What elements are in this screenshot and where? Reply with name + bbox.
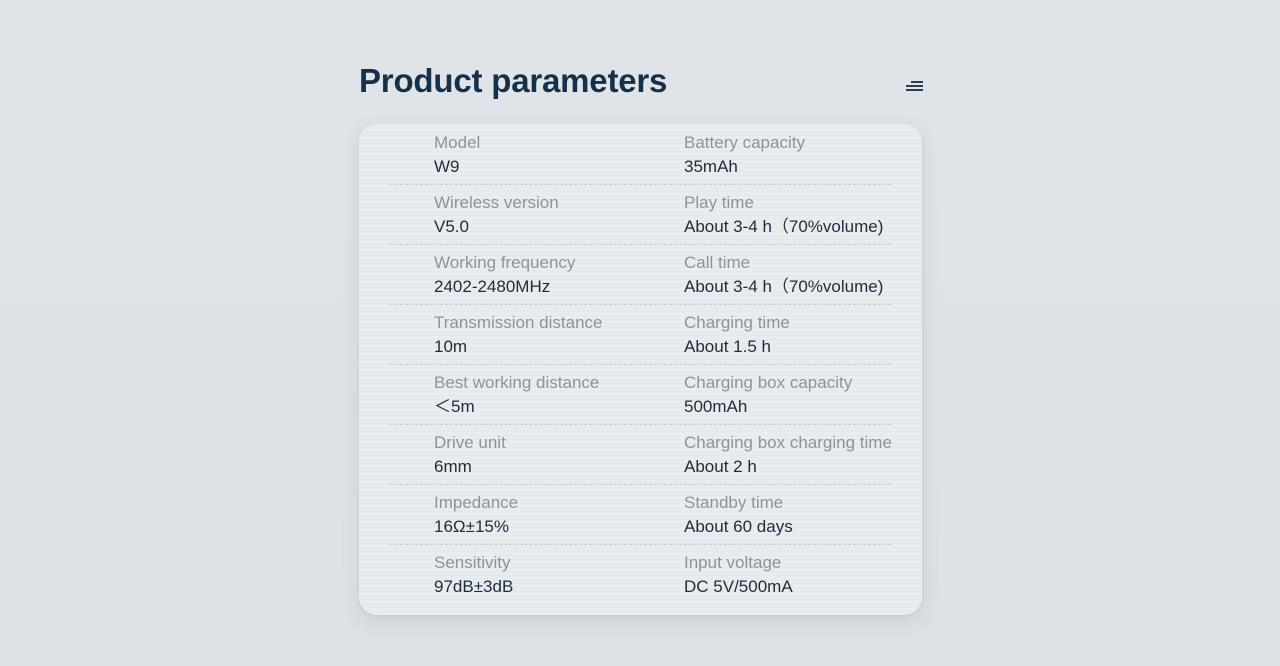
parameter-label: Wireless version bbox=[434, 193, 559, 212]
parameter-value: About 1.5 h bbox=[684, 337, 771, 356]
parameter-play-time: Play time About 3-4 h（70%volume) bbox=[684, 193, 883, 237]
parameter-label: Impedance bbox=[434, 493, 519, 512]
parameter-value: 97dB±3dB bbox=[434, 577, 514, 596]
parameter-value: About 3-4 h（70%volume) bbox=[684, 217, 884, 236]
parameter-best-working-distance: Best working distance ＜5m bbox=[434, 373, 599, 417]
parameter-label: Play time bbox=[684, 193, 754, 212]
parameter-row: Wireless version V5.0 Play time About 3-… bbox=[390, 184, 891, 245]
parameter-label: Input voltage bbox=[684, 553, 782, 572]
parameter-standby-time: Standby time About 60 days bbox=[684, 493, 793, 537]
parameter-label: Standby time bbox=[684, 493, 784, 512]
parameter-charging-box-capacity: Charging box capacity 500mAh bbox=[684, 373, 852, 417]
parameter-value: About 3-4 h（70%volume) bbox=[684, 277, 884, 296]
parameter-label: Battery capacity bbox=[684, 133, 805, 152]
parameter-input-voltage: Input voltage DC 5V/500mA bbox=[684, 553, 793, 597]
menu-icon-line bbox=[906, 89, 923, 91]
parameter-row: Sensitivity 97dB±3dB Input voltage DC 5V… bbox=[390, 544, 891, 604]
parameter-wireless-version: Wireless version V5.0 bbox=[434, 193, 559, 237]
parameter-row: Working frequency 2402-2480MHz Call time… bbox=[390, 244, 891, 305]
parameter-charging-time: Charging time About 1.5 h bbox=[684, 313, 790, 357]
parameter-label: Sensitivity bbox=[434, 553, 511, 572]
parameter-row: Drive unit 6mm Charging box charging tim… bbox=[390, 424, 892, 485]
parameter-value: DC 5V/500mA bbox=[684, 577, 793, 596]
parameter-value: 35mAh bbox=[684, 157, 738, 176]
page-title: Product parameters bbox=[359, 62, 668, 99]
parameter-label: Charging time bbox=[684, 313, 790, 332]
parameter-value: W9 bbox=[434, 157, 460, 176]
parameter-label: Call time bbox=[684, 253, 751, 272]
menu-icon-line bbox=[911, 81, 923, 83]
parameter-value: About 60 days bbox=[684, 517, 793, 536]
parameter-label: Transmission distance bbox=[434, 313, 603, 332]
parameter-value: ＜5m bbox=[434, 397, 475, 416]
parameter-label: Working frequency bbox=[434, 253, 576, 272]
parameter-label: Drive unit bbox=[434, 433, 506, 452]
parameter-value: 16Ω±15% bbox=[434, 517, 509, 536]
parameter-impedance: Impedance 16Ω±15% bbox=[434, 493, 518, 537]
parameter-model: Model W9 bbox=[434, 133, 480, 177]
parameter-label: Charging box capacity bbox=[684, 373, 853, 392]
parameter-label: Charging box charging time bbox=[684, 433, 892, 452]
parameter-transmission-distance: Transmission distance 10m bbox=[434, 313, 603, 357]
parameters-card: Model W9 Battery capacity 35mAh Wireless… bbox=[359, 124, 922, 615]
menu-icon-line bbox=[906, 85, 923, 87]
parameter-row: Best working distance ＜5m Charging box c… bbox=[390, 364, 891, 425]
menu-icon[interactable] bbox=[904, 80, 923, 92]
parameter-row: Impedance 16Ω±15% Standby time About 60 … bbox=[390, 484, 891, 545]
parameter-call-time: Call time About 3-4 h（70%volume) bbox=[684, 253, 883, 297]
parameter-label: Model bbox=[434, 133, 481, 152]
parameter-label: Best working distance bbox=[434, 373, 600, 392]
parameter-drive-unit: Drive unit 6mm bbox=[434, 433, 506, 477]
parameter-working-frequency: Working frequency 2402-2480MHz bbox=[434, 253, 575, 297]
parameter-value: 2402-2480MHz bbox=[434, 277, 551, 296]
parameter-value: V5.0 bbox=[434, 217, 469, 236]
parameter-row: Model W9 Battery capacity 35mAh bbox=[390, 124, 891, 185]
parameter-row: Transmission distance 10m Charging time … bbox=[390, 304, 891, 365]
parameter-sensitivity: Sensitivity 97dB±3dB bbox=[434, 553, 513, 597]
parameter-battery-capacity: Battery capacity 35mAh bbox=[684, 133, 805, 177]
parameter-value: 10m bbox=[434, 337, 468, 356]
parameter-value: 6mm bbox=[434, 457, 472, 476]
parameter-value: 500mAh bbox=[684, 397, 748, 416]
parameter-value: About 2 h bbox=[684, 457, 757, 476]
parameter-charging-box-charging-time: Charging box charging time About 2 h bbox=[684, 433, 892, 477]
